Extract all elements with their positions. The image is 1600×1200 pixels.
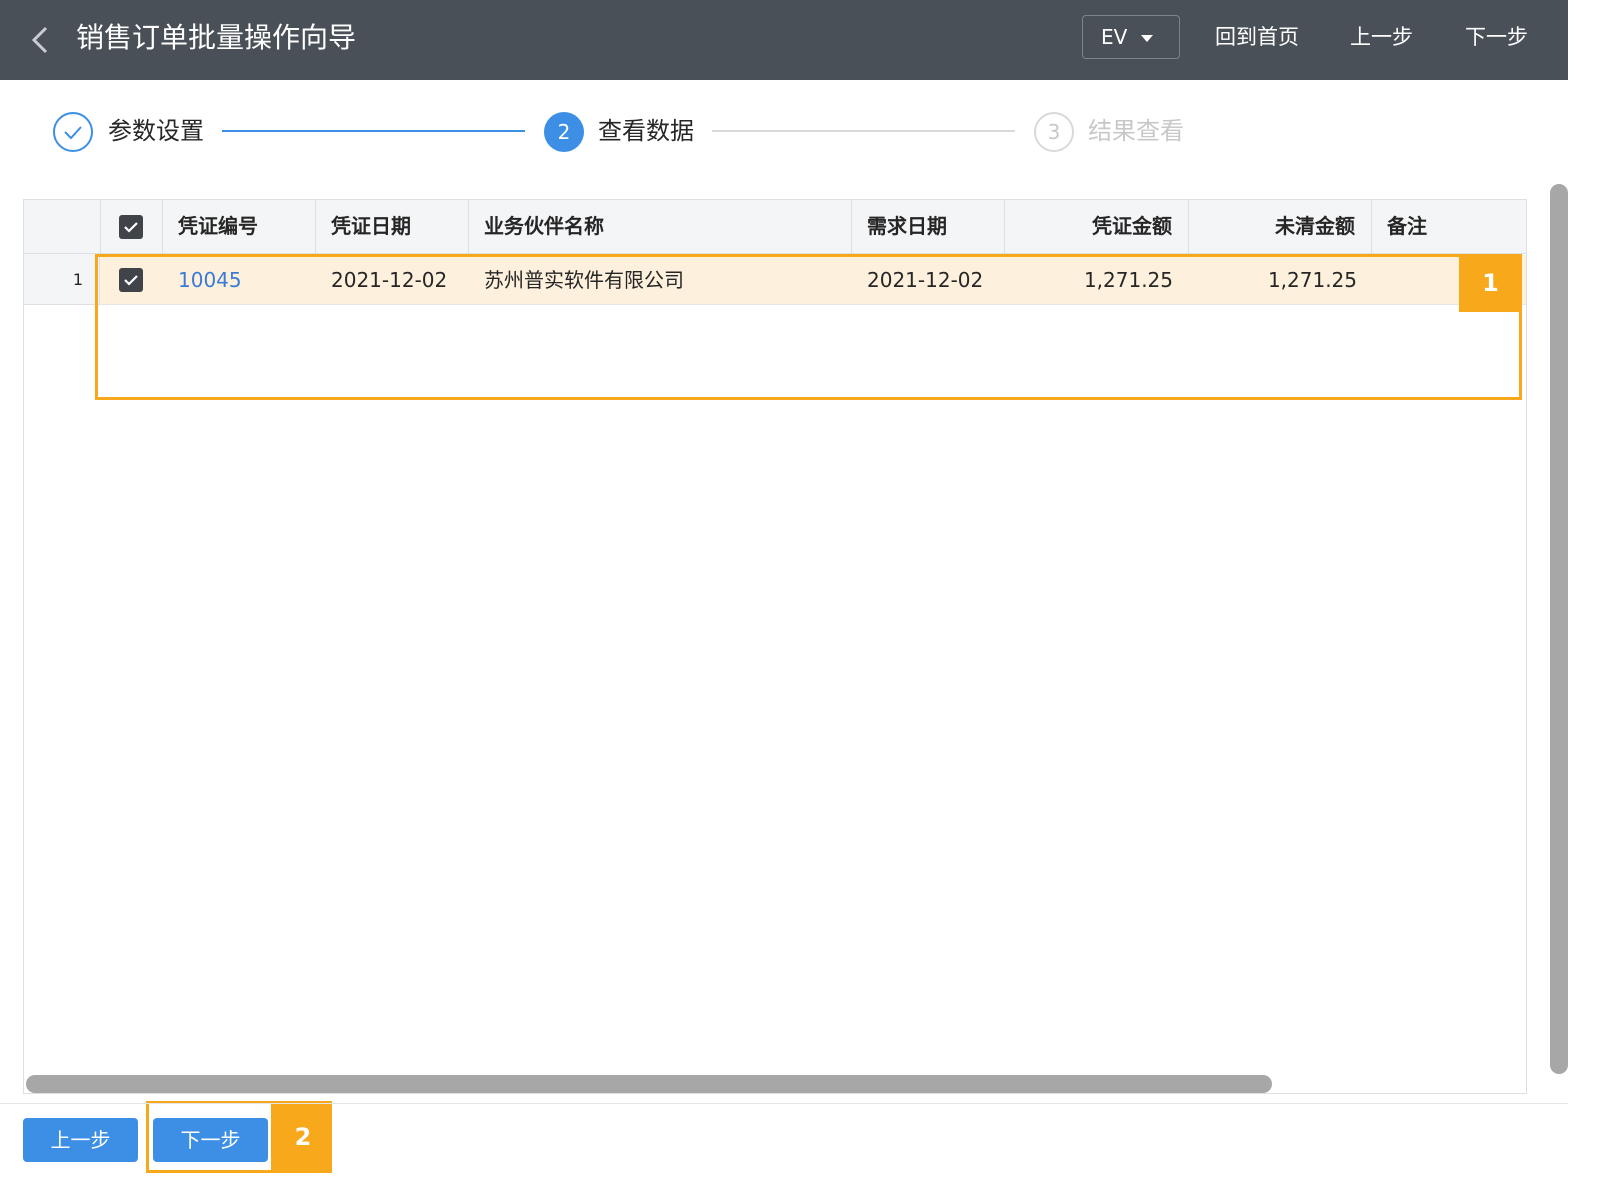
highlight-badge-2: 2 — [274, 1101, 332, 1173]
step-label-results: 结果查看 — [1088, 117, 1184, 145]
horizontal-scrollbar[interactable] — [26, 1075, 1272, 1093]
step-number-3-icon: 3 — [1034, 112, 1074, 152]
step-connector-1 — [222, 130, 525, 132]
column-header-doc-no[interactable]: 凭证编号 — [163, 200, 316, 253]
step-number-2-icon: 2 — [544, 112, 584, 152]
prev-step-button[interactable]: 上一步 — [23, 1118, 138, 1162]
step-label-params: 参数设置 — [108, 117, 204, 145]
step-label-view-data: 查看数据 — [598, 117, 694, 145]
row-number: 1 — [24, 254, 100, 305]
select-all-checkbox[interactable] — [119, 215, 143, 239]
header-next-button[interactable]: 下一步 — [1465, 22, 1528, 52]
column-header-due-date[interactable]: 需求日期 — [852, 200, 1005, 253]
footer-divider — [0, 1103, 1568, 1104]
company-select-value: EV — [1101, 25, 1128, 49]
column-header-partner[interactable]: 业务伙伴名称 — [469, 200, 852, 253]
header-prev-button[interactable]: 上一步 — [1350, 22, 1413, 52]
column-header-amount[interactable]: 凭证金额 — [1005, 200, 1189, 253]
step-done-check-icon — [53, 112, 93, 152]
highlight-badge-1: 1 — [1459, 254, 1522, 312]
header-select-all-cell — [101, 200, 163, 253]
next-step-button[interactable]: 下一步 — [153, 1118, 268, 1162]
back-arrow-icon[interactable] — [28, 24, 52, 56]
home-button[interactable]: 回到首页 — [1215, 22, 1299, 52]
company-select[interactable]: EV — [1082, 15, 1180, 59]
page-title: 销售订单批量操作向导 — [76, 21, 357, 54]
header-rownum-cell — [24, 200, 101, 253]
table-header: 凭证编号 凭证日期 业务伙伴名称 需求日期 凭证金额 未清金额 备注 — [24, 200, 1526, 254]
caret-down-icon — [1141, 35, 1153, 42]
step-connector-2 — [712, 130, 1015, 132]
column-header-doc-date[interactable]: 凭证日期 — [316, 200, 469, 253]
vertical-scrollbar[interactable] — [1550, 184, 1568, 1074]
highlight-box-row — [95, 254, 1522, 400]
top-header: 销售订单批量操作向导 EV 回到首页 上一步 下一步 — [0, 0, 1568, 80]
column-header-remark[interactable]: 备注 — [1372, 200, 1526, 253]
column-header-open-amount[interactable]: 未清金额 — [1189, 200, 1372, 253]
